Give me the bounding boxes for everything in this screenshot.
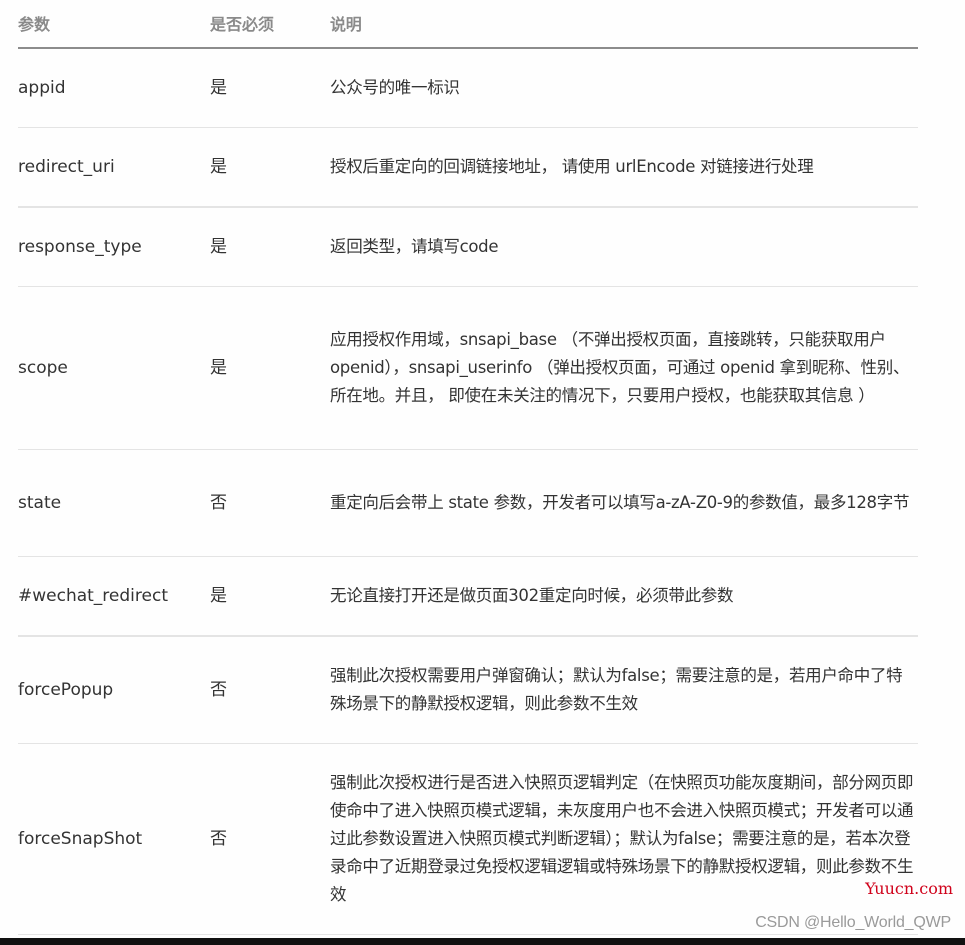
param-required: 否 [210,493,227,513]
param-description: 强制此次授权进行是否进入快照页逻辑判定（在快照页功能灰度期间，部分网页即使命中了… [330,773,914,904]
header-description: 说明 [330,15,362,34]
param-name: appid [18,78,66,98]
param-description: 无论直接打开还是做页面302重定向时候，必须带此参数 [330,586,734,605]
param-name: scope [18,358,68,378]
table-row: state 否 重定向后会带上 state 参数，开发者可以填写a-zA-Z0-… [18,450,918,557]
param-required: 是 [210,358,227,378]
param-name: #wechat_redirect [18,586,168,606]
param-required: 否 [210,680,227,700]
param-description: 强制此次授权需要用户弹窗确认；默认为false；需要注意的是，若用户命中了特殊场… [330,666,903,713]
param-required: 是 [210,78,227,98]
table-header: 参数 是否必须 说明 [18,0,918,49]
table-row: #wechat_redirect 是 无论直接打开还是做页面302重定向时候，必… [18,557,918,637]
param-description: 应用授权作用域，snsapi_base （不弹出授权页面，直接跳转，只能获取用户… [330,330,910,405]
param-description: 授权后重定向的回调链接地址， 请使用 urlEncode 对链接进行处理 [330,157,814,176]
param-description: 重定向后会带上 state 参数，开发者可以填写a-zA-Z0-9的参数值，最多… [330,493,910,512]
table-row: forceSnapShot 否 强制此次授权进行是否进入快照页逻辑判定（在快照页… [18,744,918,935]
param-name: forceSnapShot [18,829,143,849]
table-row: response_type 是 返回类型，请填写code [18,208,918,287]
bottom-edge-bar [0,938,965,945]
author-watermark: CSDN @Hello_World_QWP [755,914,951,931]
table-row: forcePopup 否 强制此次授权需要用户弹窗确认；默认为false；需要注… [18,637,918,744]
param-required: 是 [210,586,227,606]
param-required: 否 [210,829,227,849]
param-required: 是 [210,157,227,177]
param-description: 返回类型，请填写code [330,237,499,256]
parameter-table: 参数 是否必须 说明 appid 是 公众号的唯一标识 redirect_uri… [18,0,918,935]
table-row: appid 是 公众号的唯一标识 [18,49,918,128]
param-name: redirect_uri [18,157,115,177]
header-required: 是否必须 [210,15,275,34]
site-watermark: Yuucn.com [865,879,953,898]
param-required: 是 [210,237,227,257]
param-name: response_type [18,237,142,257]
param-name: forcePopup [18,680,114,700]
param-description: 公众号的唯一标识 [330,78,460,97]
header-param: 参数 [18,15,51,34]
param-name: state [18,493,62,513]
table-row: scope 是 应用授权作用域，snsapi_base （不弹出授权页面，直接跳… [18,287,918,450]
table-row: redirect_uri 是 授权后重定向的回调链接地址， 请使用 urlEnc… [18,128,918,208]
